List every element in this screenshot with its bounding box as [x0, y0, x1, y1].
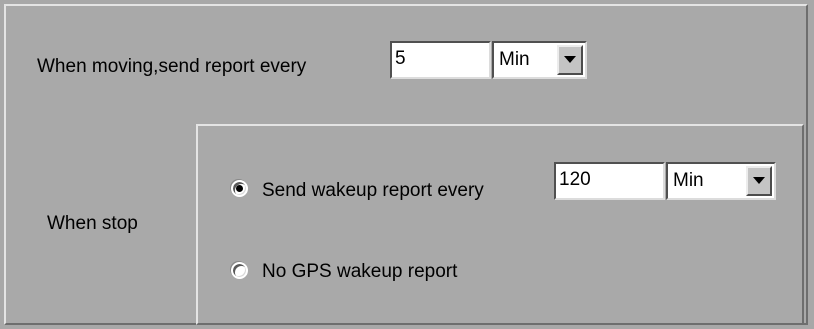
no-gps-wakeup-radio[interactable]	[231, 262, 248, 279]
send-wakeup-radio[interactable]	[231, 180, 248, 197]
no-gps-wakeup-label[interactable]: No GPS wakeup report	[262, 261, 457, 283]
wakeup-interval-input[interactable]: 120	[554, 162, 665, 200]
wakeup-unit-value: Min	[673, 170, 704, 191]
wakeup-unit-dropdown-button[interactable]	[746, 166, 772, 196]
chevron-down-icon	[753, 177, 765, 184]
moving-report-label: When moving,send report every	[37, 56, 307, 77]
moving-interval-input[interactable]: 5	[390, 41, 491, 79]
send-wakeup-label[interactable]: Send wakeup report every	[262, 180, 484, 202]
stop-options-group	[196, 124, 804, 325]
when-stop-label: When stop	[47, 213, 138, 234]
moving-unit-dropdown-button[interactable]	[557, 45, 583, 75]
chevron-down-icon	[564, 56, 576, 63]
moving-unit-value: Min	[499, 49, 530, 70]
moving-unit-select[interactable]: Min	[492, 41, 587, 79]
radio-selected-dot	[236, 185, 243, 192]
wakeup-unit-select[interactable]: Min	[666, 162, 776, 200]
